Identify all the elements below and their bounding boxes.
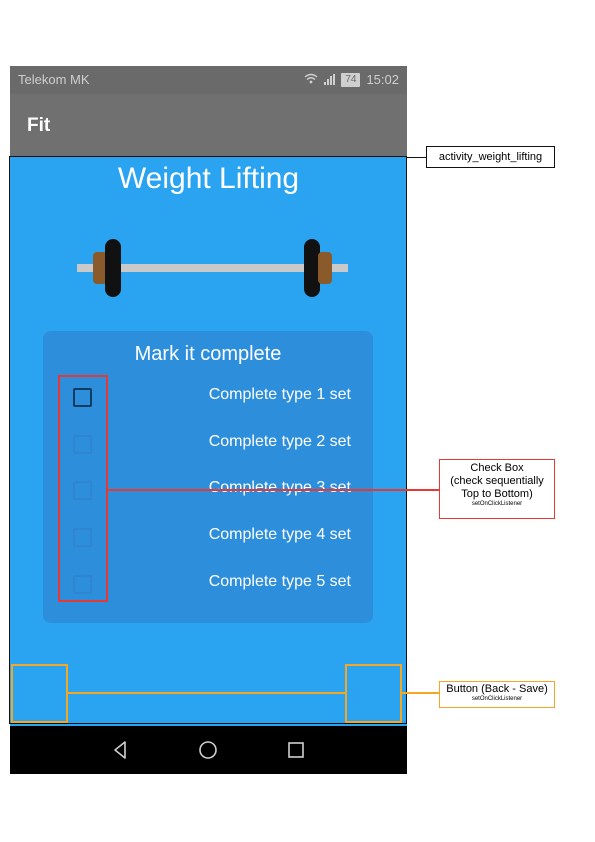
back-button-outline [11, 664, 68, 723]
buttons-annotation-line1: Button (Back - Save) [446, 683, 548, 695]
checkbox-annotation-line3: Top to Bottom) [461, 488, 533, 500]
battery-icon: 74 [341, 72, 361, 87]
status-icons: 74 15:02 [304, 72, 399, 87]
home-circle-icon[interactable] [196, 738, 220, 762]
app-title: Fit [27, 115, 51, 136]
checkbox-group-outline [58, 375, 108, 602]
buttons-annotation-line-inner [68, 692, 345, 694]
buttons-annotation-line-outer [402, 692, 439, 694]
recents-square-icon[interactable] [284, 738, 308, 762]
checkbox-annotation-line [108, 489, 439, 491]
checkbox-annotation-line4: setOnClickListener [471, 501, 523, 507]
checkbox-annotation-label: Check Box (check sequentially Top to Bot… [439, 459, 555, 519]
activity-annotation-label: activity_weight_lifting [426, 146, 555, 168]
activity-annotation-line [407, 157, 427, 158]
signal-icon [324, 74, 336, 85]
back-triangle-icon[interactable] [108, 738, 132, 762]
wifi-icon [304, 73, 318, 87]
clock: 15:02 [366, 72, 399, 87]
carrier-name: Telekom MK [18, 72, 90, 87]
app-bar: Fit [10, 94, 407, 156]
save-button-outline [345, 664, 402, 723]
checkbox-annotation-line1: Check Box [470, 462, 524, 474]
buttons-annotation-label: Button (Back - Save) setOnClickListener [439, 681, 555, 708]
system-nav-bar [10, 726, 407, 774]
status-bar: Telekom MK 74 15:02 [10, 66, 407, 94]
buttons-annotation-line2: setOnClickListener [471, 696, 523, 702]
checkbox-annotation-line2: (check sequentially [450, 475, 544, 487]
